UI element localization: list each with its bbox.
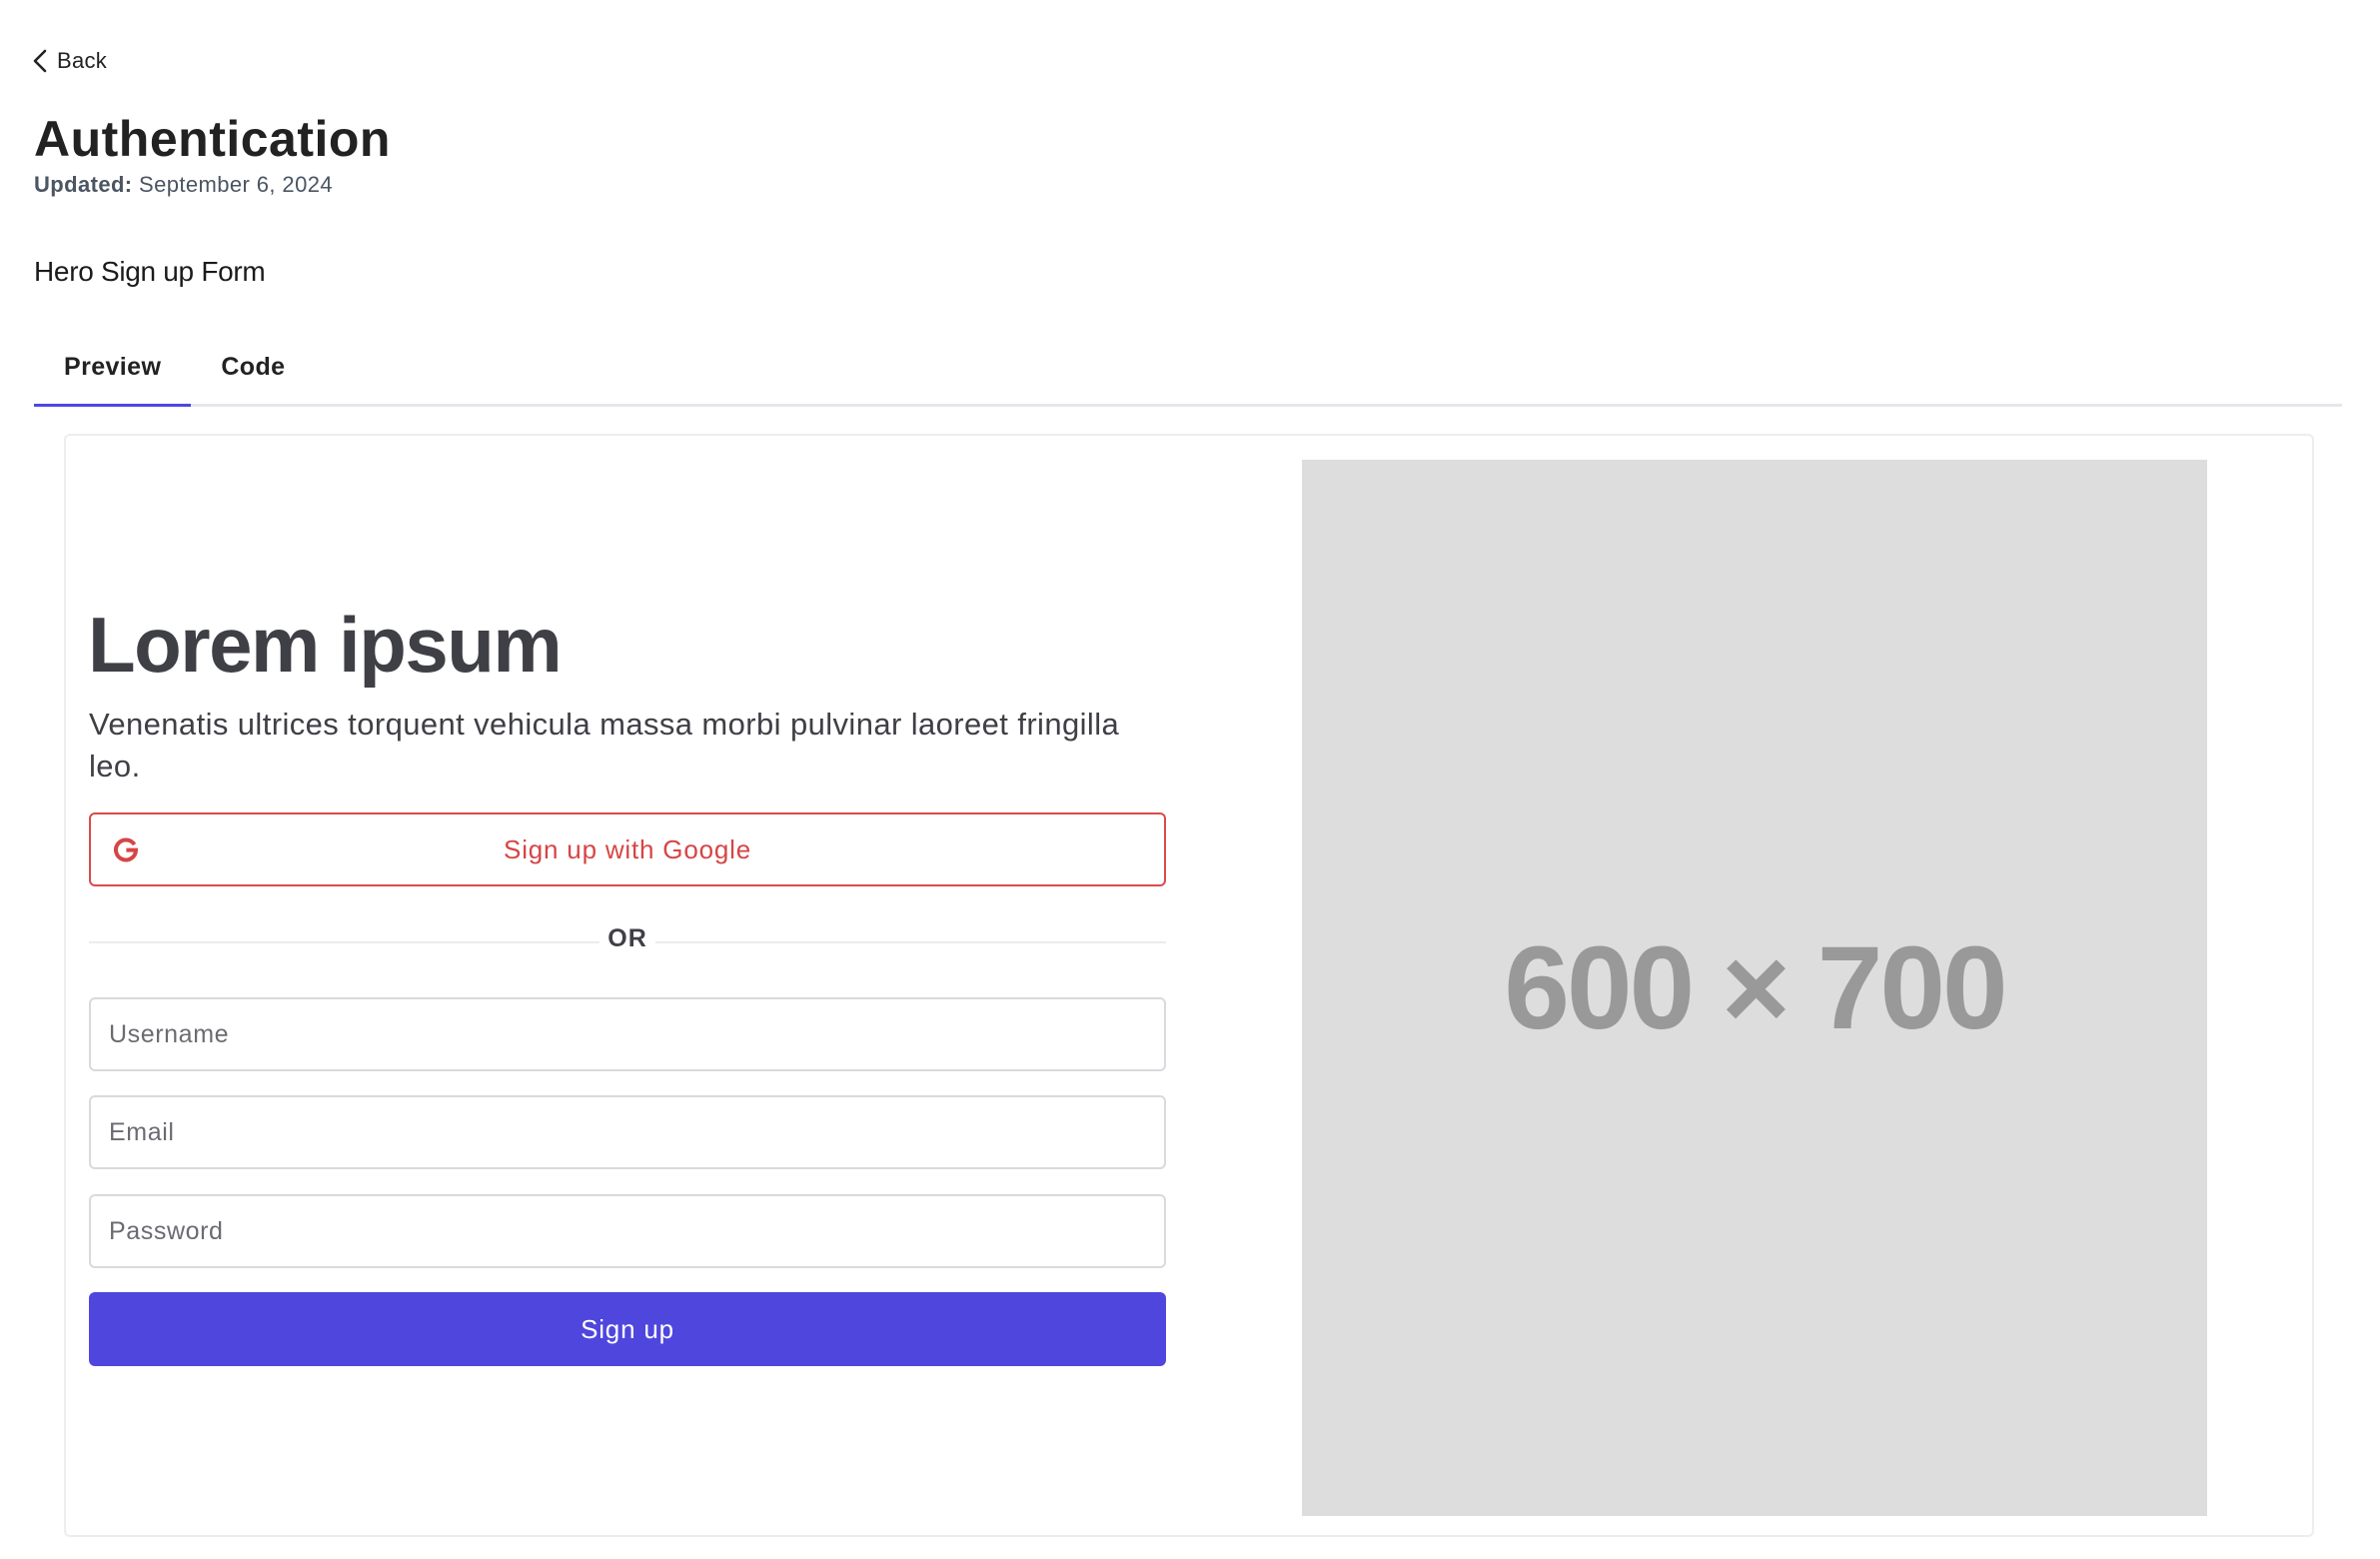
tab-code[interactable]: Code — [191, 330, 315, 404]
placeholder-image-text: 600 × 700 — [1504, 921, 2007, 1054]
tab-preview-label: Preview — [64, 352, 162, 381]
updated-date: September 6, 2024 — [139, 172, 333, 197]
chevron-left-icon — [33, 49, 47, 73]
google-g-icon — [114, 837, 139, 862]
tab-preview[interactable]: Preview — [34, 330, 192, 407]
section-title: Hero Sign up Form — [34, 256, 266, 287]
back-link[interactable]: Back — [33, 48, 107, 74]
placeholder-image: 600 × 700 — [1302, 460, 2207, 1516]
or-divider-text: OR — [599, 924, 655, 953]
tab-code-label: Code — [221, 352, 286, 381]
back-label: Back — [57, 48, 108, 73]
tab-bar: Preview Code — [34, 330, 2342, 407]
password-input[interactable] — [89, 1194, 1166, 1268]
google-signup-button[interactable]: Sign up with Google — [89, 812, 1166, 886]
updated-label: Updated: — [34, 172, 133, 197]
hero-description: Venenatis ultrices torquent vehicula mas… — [89, 707, 1120, 783]
username-input[interactable] — [89, 997, 1166, 1071]
email-input[interactable] — [89, 1095, 1166, 1169]
hero-heading: Lorem ipsum — [88, 601, 563, 689]
google-signup-label: Sign up with Google — [504, 833, 751, 864]
updated-info: Updated: September 6, 2024 — [34, 172, 333, 198]
signup-button[interactable]: Sign up — [89, 1292, 1166, 1366]
page-title: Authentication — [34, 111, 391, 167]
